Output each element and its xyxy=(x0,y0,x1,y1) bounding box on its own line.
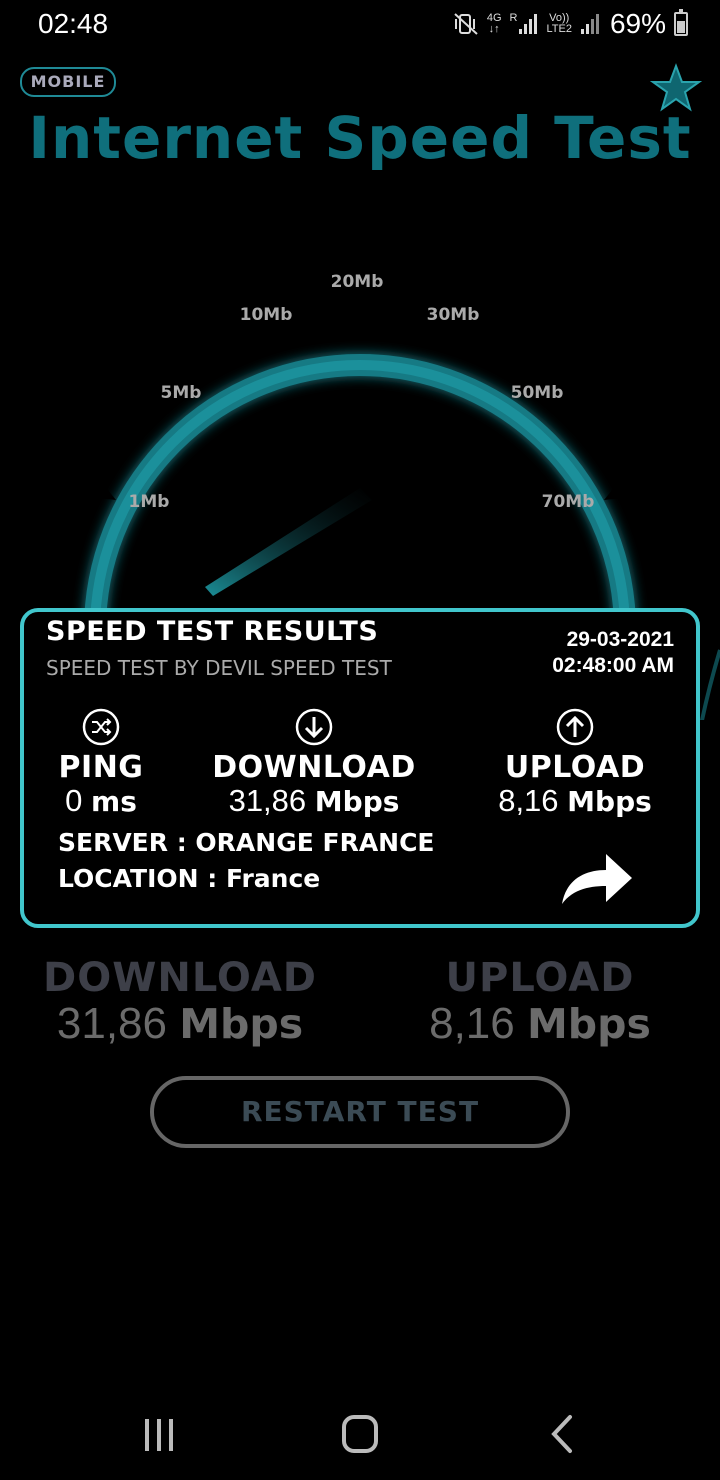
mobile-badge[interactable]: MOBILE xyxy=(20,67,116,97)
network-4g: 4G ↓↑ xyxy=(486,12,502,35)
upload-readout-value: 8,16 Mbps xyxy=(410,999,670,1048)
mute-vibrate-icon xyxy=(454,13,478,35)
download-readout: DOWNLOAD 31,86 Mbps xyxy=(30,955,330,1047)
upload-value: 8,16 Mbps xyxy=(480,785,670,818)
gauge-label: 30Mb xyxy=(427,305,480,325)
download-readout-value: 31,86 Mbps xyxy=(30,999,330,1048)
upload-metric: UPLOAD 8,16 Mbps xyxy=(480,708,670,818)
restart-test-button[interactable]: RESTART TEST xyxy=(150,1076,570,1148)
upload-readout: UPLOAD 8,16 Mbps xyxy=(410,955,670,1047)
gauge-label: 10Mb xyxy=(240,305,293,325)
battery-icon xyxy=(674,9,688,36)
ping-metric: PING 0 ms xyxy=(38,708,164,818)
upload-readout-unit: Mbps xyxy=(526,1000,651,1048)
volte-indicator: Vo)) LTE2 xyxy=(546,12,572,35)
upload-readout-number: 8,16 xyxy=(429,999,515,1048)
arrow-down-icon xyxy=(295,708,333,746)
gauge-needle xyxy=(205,488,372,596)
signal-icon xyxy=(519,14,538,34)
roaming-indicator: R xyxy=(510,13,539,35)
server-info: SERVER : ORANGE FRANCE xyxy=(58,828,435,857)
card-subtitle: SPEED TEST BY DEVIL SPEED TEST xyxy=(46,656,392,680)
result-date: 29-03-2021 xyxy=(566,628,674,651)
arrow-up-icon xyxy=(556,708,594,746)
status-icons: 4G ↓↑ R Vo)) LTE2 69% xyxy=(453,8,688,40)
download-unit: Mbps xyxy=(314,785,400,818)
result-time: 02:48:00 AM xyxy=(552,654,674,677)
battery-percent: 69% xyxy=(609,8,666,39)
ping-value: 0 ms xyxy=(38,785,164,818)
download-readout-number: 31,86 xyxy=(56,999,167,1048)
upload-readout-label: UPLOAD xyxy=(445,955,635,1001)
upload-unit: Mbps xyxy=(567,785,652,818)
result-card: SPEED TEST RESULTS SPEED TEST BY DEVIL S… xyxy=(20,608,700,928)
home-icon[interactable] xyxy=(335,1412,385,1458)
download-label: DOWNLOAD xyxy=(212,750,416,785)
status-time: 02:48 xyxy=(38,8,109,39)
navigation-bar xyxy=(0,1390,720,1480)
gauge-label: 50Mb xyxy=(511,383,564,403)
download-value: 31,86 Mbps xyxy=(204,785,424,818)
download-readout-unit: Mbps xyxy=(179,1000,304,1048)
download-number: 31,86 xyxy=(228,783,307,818)
gauge-label: 20Mb xyxy=(331,272,384,292)
ping-number: 0 xyxy=(65,783,83,818)
gauge-label: 1Mb xyxy=(129,492,170,512)
back-icon[interactable] xyxy=(538,1412,588,1458)
share-icon[interactable] xyxy=(556,848,636,912)
gauge-label: 5Mb xyxy=(161,383,202,403)
status-bar: 02:48 4G ↓↑ R Vo)) LTE2 69% xyxy=(0,0,720,52)
gauge-label: 70Mb xyxy=(542,492,595,512)
shuffle-icon xyxy=(82,708,120,746)
location-info: LOCATION : France xyxy=(58,864,321,893)
app-title: Internet Speed Test xyxy=(28,104,692,172)
download-metric: DOWNLOAD 31,86 Mbps xyxy=(204,708,424,818)
ping-label: PING xyxy=(58,750,144,785)
ping-unit: ms xyxy=(91,785,137,818)
download-readout-label: DOWNLOAD xyxy=(43,955,317,1001)
signal-icon xyxy=(580,14,599,34)
upload-label: UPLOAD xyxy=(504,750,646,785)
recents-icon[interactable] xyxy=(134,1412,184,1458)
card-title: SPEED TEST RESULTS xyxy=(46,616,379,647)
upload-number: 8,16 xyxy=(498,783,559,818)
